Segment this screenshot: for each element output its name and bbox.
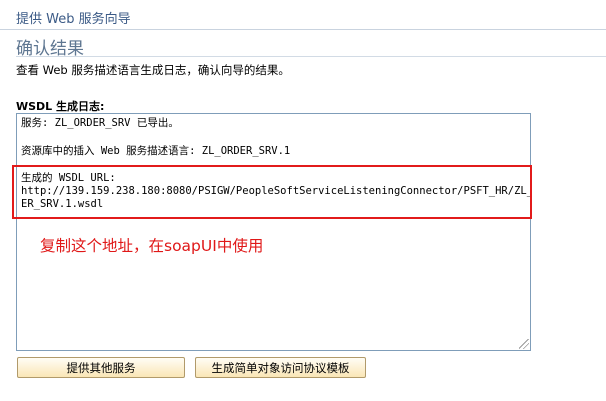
annotation-text: 复制这个地址，在soapUI中使用 [40,237,264,255]
log-textarea[interactable]: 服务: ZL_ORDER_SRV 已导出。 资源库中的插入 Web 服务描述语言… [16,113,531,351]
generate-soap-template-button[interactable]: 生成简单对象访问协议模板 [195,357,366,378]
url-highlight-box [12,165,532,219]
log-line-insert: 资源库中的插入 Web 服务描述语言: ZL_ORDER_SRV.1 [21,145,291,157]
header-divider [0,29,606,30]
title-divider [16,56,606,57]
log-label: WSDL 生成日志: [16,100,105,113]
log-line-export: 服务: ZL_ORDER_SRV 已导出。 [21,117,179,129]
instruction-text: 查看 Web 服务描述语言生成日志，确认向导的结果。 [16,63,290,77]
provide-other-service-button[interactable]: 提供其他服务 [17,357,185,378]
wizard-title: 提供 Web 服务向导 [16,12,131,27]
resize-grip-icon[interactable] [519,339,529,349]
